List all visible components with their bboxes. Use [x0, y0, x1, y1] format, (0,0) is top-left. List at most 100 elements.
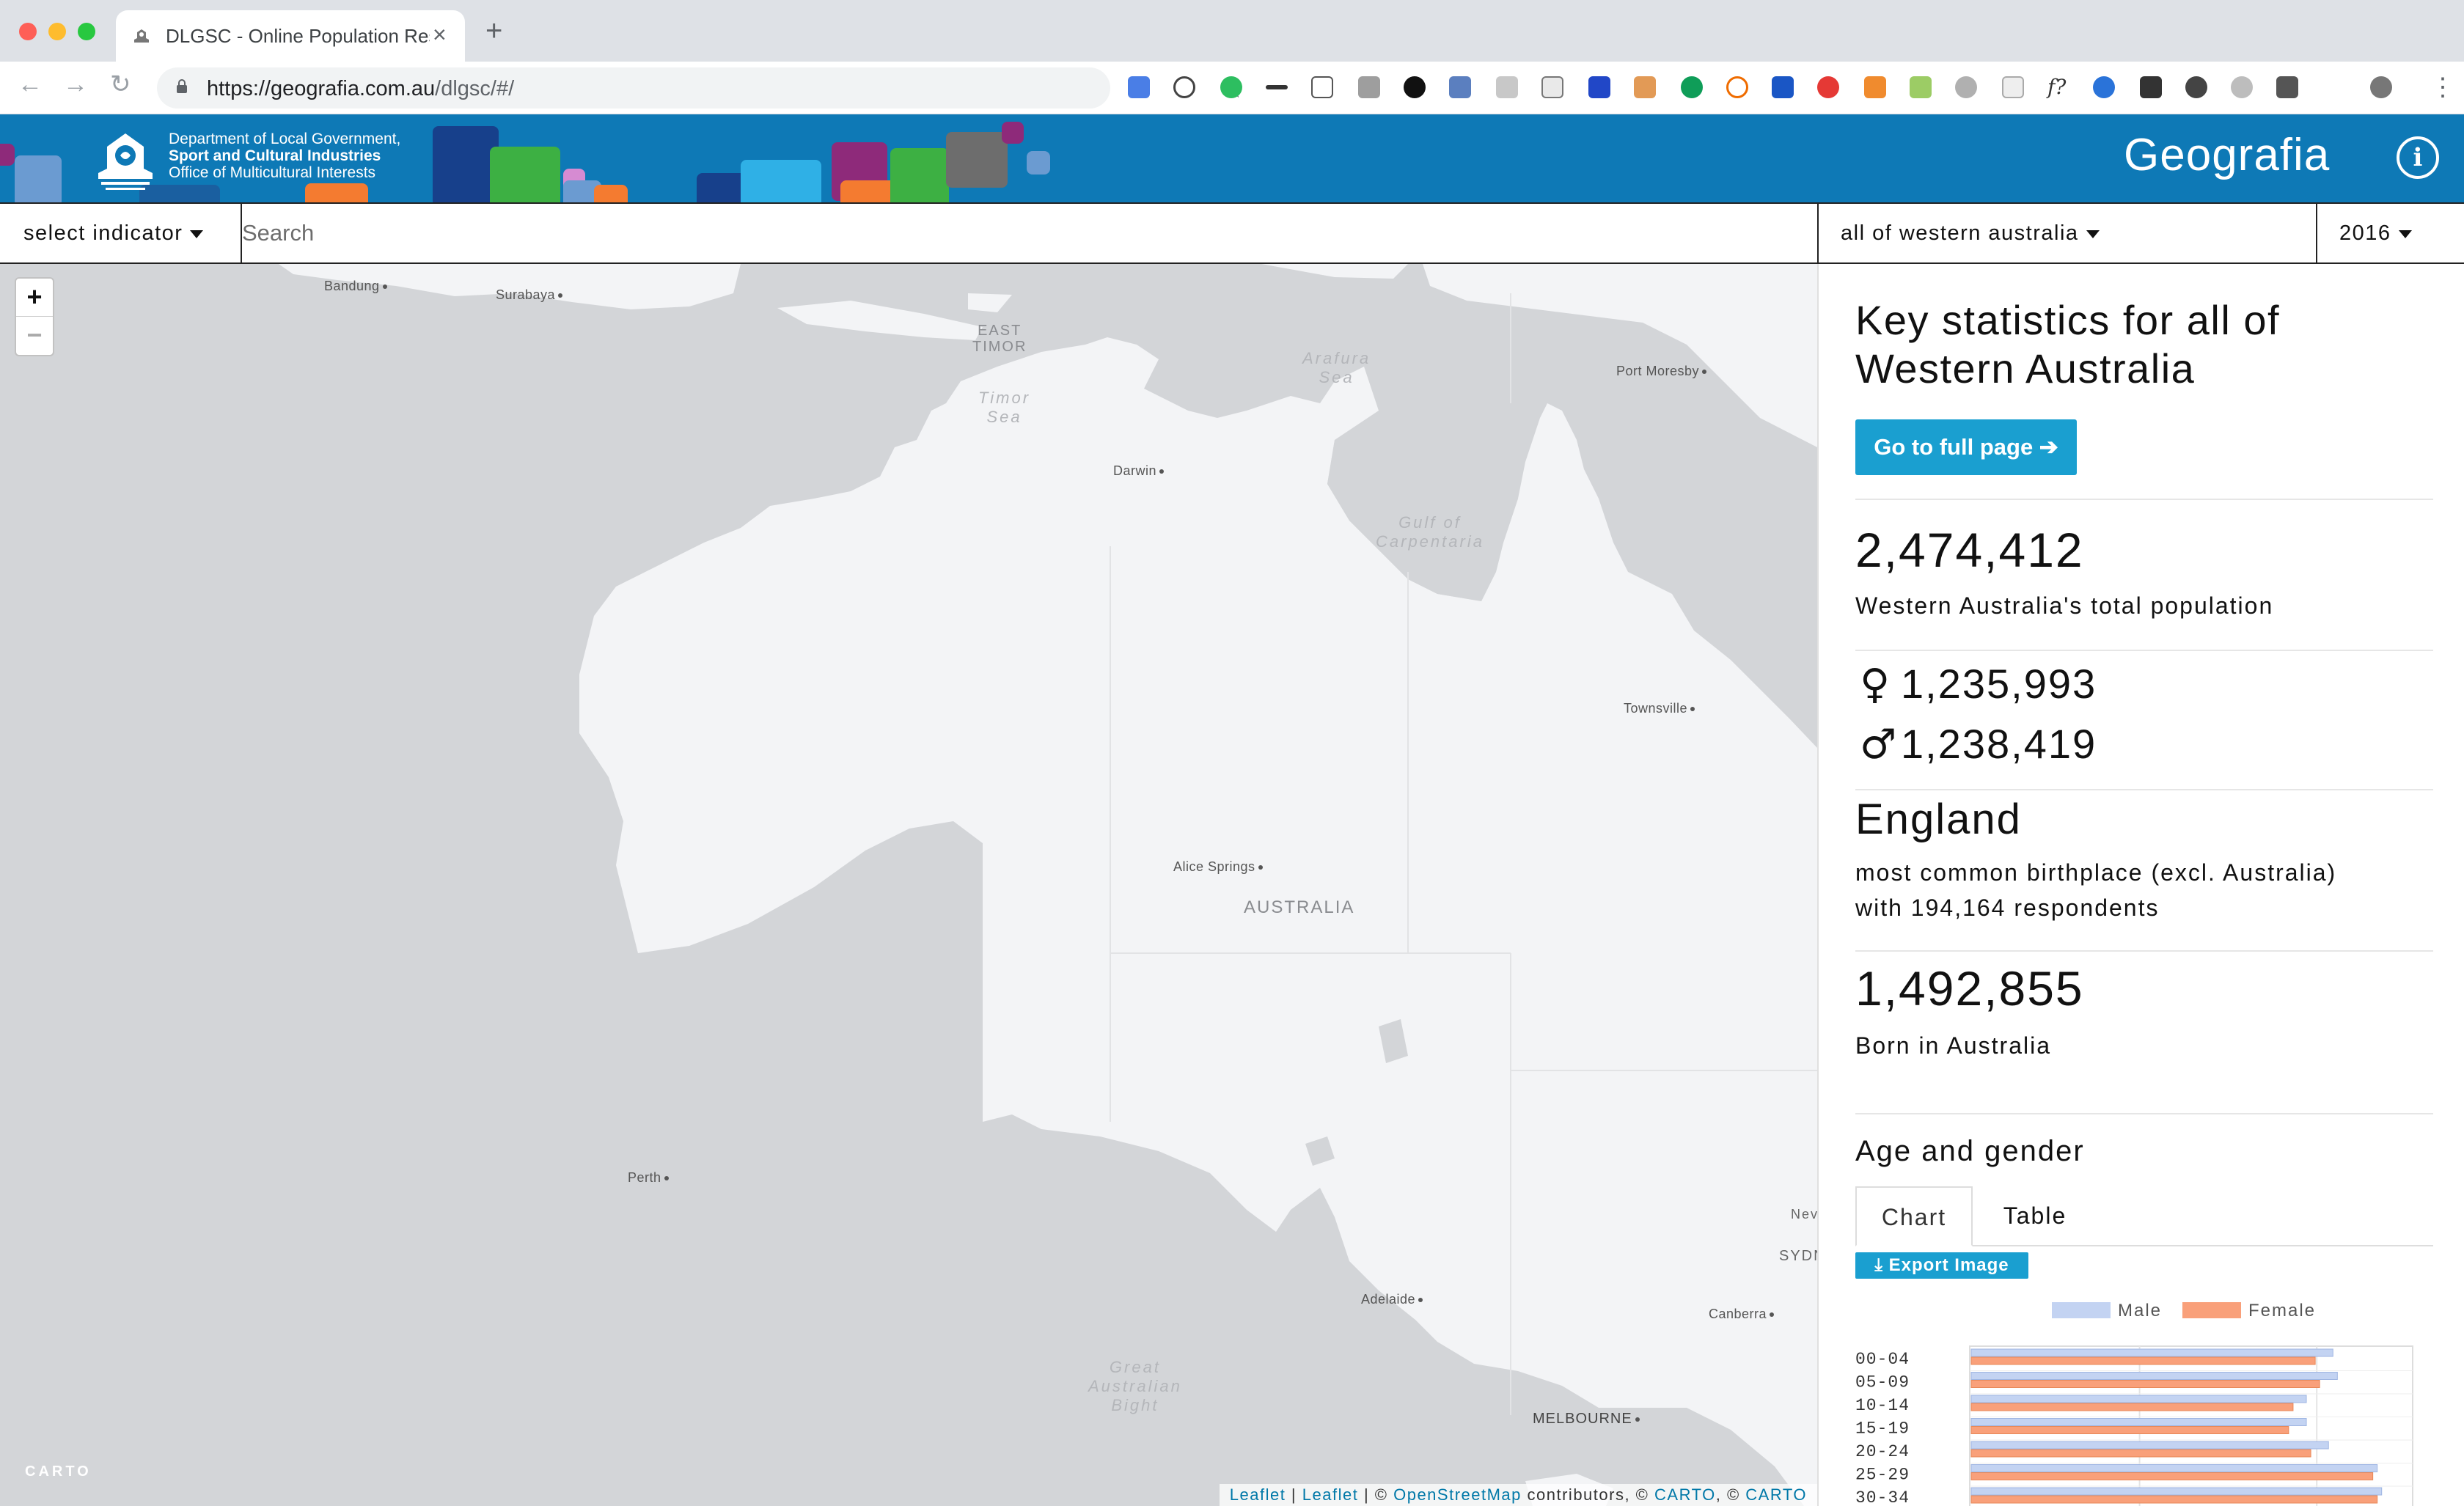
reload-icon[interactable]: ↻ — [110, 72, 131, 97]
cat-extension-icon[interactable] — [2276, 76, 2298, 98]
v-extension-icon[interactable] — [1772, 76, 1794, 98]
decor-square — [490, 147, 560, 202]
address-bar[interactable]: https://geografia.com.au/dlgsc/#/ ☆ — [157, 67, 1244, 109]
tab-title: DLGSC - Online Population Res — [166, 25, 430, 47]
male-count: 1,238,419 — [1901, 721, 2097, 767]
age-group-tick-label: 00-04 — [1855, 1350, 1910, 1369]
map-label-darwin: Darwin — [1113, 463, 1164, 479]
map-label-line: Timor — [978, 389, 1031, 407]
map-label-port-moresby: Port Moresby — [1616, 364, 1706, 379]
hangouts-extension-icon[interactable] — [1681, 76, 1703, 98]
speech-extension-icon[interactable] — [2231, 76, 2253, 98]
zoom-in-button[interactable]: + — [16, 279, 53, 317]
tab-close-icon[interactable]: × — [433, 21, 447, 48]
calendar-extension-icon[interactable] — [1449, 76, 1471, 98]
divider — [1855, 789, 2433, 790]
top-birthplace-value: England — [1855, 796, 2022, 843]
export-image-button[interactable]: ⤓ Export Image — [1855, 1252, 2028, 1279]
cloud-extension-icon[interactable] — [1955, 76, 1977, 98]
minimize-window-button[interactable] — [48, 23, 66, 40]
map-attribution: Leaflet | Leaflet | © OpenStreetMap cont… — [1219, 1484, 1817, 1506]
leaflet-link[interactable]: Leaflet — [1230, 1485, 1286, 1504]
game-extension-icon[interactable] — [1910, 76, 1932, 98]
chat-extension-icon[interactable] — [1496, 76, 1518, 98]
check-extension-icon[interactable] — [1358, 76, 1380, 98]
zoom-control: + − — [15, 277, 54, 356]
born-in-australia-value: 1,492,855 — [1855, 961, 2084, 1015]
circle-extension-icon[interactable] — [1404, 76, 1426, 98]
grid-extension-icon[interactable] — [2002, 76, 2024, 98]
fox-extension-icon[interactable] — [1864, 76, 1886, 98]
b-extension-icon[interactable] — [1726, 76, 1748, 98]
profile-avatar[interactable] — [2370, 76, 2392, 98]
map-label-newcastle: Nev — [1791, 1207, 1817, 1222]
map-label-line: Arafura — [1302, 349, 1371, 367]
red-extension-icon[interactable] — [1817, 76, 1839, 98]
close-window-button[interactable] — [19, 23, 37, 40]
forward-icon[interactable]: → — [63, 72, 88, 97]
evernote-extension-icon[interactable] — [1220, 76, 1242, 98]
age-gender-heading: Age and gender — [1855, 1135, 2085, 1167]
back-icon[interactable]: ← — [18, 72, 43, 97]
birthplace-line-2: with 194,164 respondents — [1855, 895, 2160, 921]
select-indicator-label: select indicator — [23, 221, 183, 245]
se-extension-icon[interactable] — [2140, 76, 2162, 98]
face-extension-icon[interactable] — [1634, 76, 1656, 98]
search-input[interactable] — [242, 211, 1804, 255]
tab-chart[interactable]: Chart — [1855, 1186, 1973, 1246]
go-to-full-page-button[interactable]: Go to full page ➔ — [1855, 419, 2077, 475]
maximize-window-button[interactable] — [78, 23, 95, 40]
male-count-row: ♂1,238,419 — [1860, 720, 2097, 768]
select-indicator-dropdown[interactable]: select indicator — [23, 204, 204, 262]
info-icon[interactable]: i — [2397, 136, 2439, 179]
female-count-row: ♀ 1,235,993 — [1860, 660, 2097, 708]
logo-line: Sport and Cultural Industries — [169, 147, 381, 164]
globe-extension-icon[interactable] — [2185, 76, 2207, 98]
new-tab-icon[interactable]: + — [485, 16, 502, 45]
tab-table[interactable]: Table — [1973, 1186, 2097, 1246]
carto-link[interactable]: CARTO — [1745, 1485, 1807, 1504]
map-label-east-timor: EAST TIMOR — [972, 323, 1027, 355]
url-text: https://geografia.com.au/dlgsc/#/ — [207, 77, 515, 100]
map-label-line: Great — [1109, 1358, 1161, 1376]
male-bar — [1970, 1441, 2329, 1450]
json-extension-icon[interactable] — [1311, 76, 1333, 98]
geografia-brand[interactable]: Geografia — [2124, 129, 2330, 181]
region-label: all of western australia — [1841, 221, 2079, 245]
map-label-line: Sea — [986, 408, 1022, 426]
birthplace-line-1: most common birthplace (excl. Australia) — [1855, 859, 2337, 886]
male-bar — [1970, 1418, 2307, 1426]
function-extension-icon[interactable]: f? — [2047, 76, 2069, 98]
region-dropdown[interactable]: all of western australia — [1841, 204, 2100, 262]
attribution-separator: , © — [1715, 1485, 1746, 1504]
decor-square — [15, 155, 62, 202]
leaflet-link[interactable]: Leaflet — [1302, 1485, 1359, 1504]
note-extension-icon[interactable] — [1541, 76, 1563, 98]
decor-square — [1027, 151, 1050, 175]
menu-kebab-icon[interactable]: ⋮ — [2430, 75, 2455, 100]
map-label-australia: AUSTRALIA — [1244, 897, 1355, 917]
zoom-out-button[interactable]: − — [16, 317, 53, 355]
browser-tab[interactable]: DLGSC - Online Population Res × — [116, 10, 465, 62]
control-bar: select indicator all of western australi… — [0, 202, 2464, 264]
translate-extension-icon[interactable] — [1128, 76, 1150, 98]
department-logo-text: Department of Local Government, Sport an… — [169, 131, 400, 181]
map-view[interactable]: + − Bandung Surabaya EAST TIMOR Timor Se… — [0, 264, 1817, 1506]
openstreetmap-link[interactable]: OpenStreetMap — [1393, 1485, 1522, 1504]
browser-tab-bar: DLGSC - Online Population Res × + — [0, 0, 2464, 62]
compass-extension-icon[interactable] — [2093, 76, 2115, 98]
carto-link[interactable]: CARTO — [1654, 1485, 1716, 1504]
text-extension-icon[interactable] — [1266, 85, 1288, 89]
map-label-line: TIMOR — [972, 339, 1027, 355]
map-label-alice-springs: Alice Springs — [1173, 859, 1263, 875]
bookmark-extension-icon[interactable] — [1588, 76, 1610, 98]
wa-government-crest-icon — [98, 133, 153, 190]
map-label-canberra: Canberra — [1709, 1307, 1774, 1322]
map-label-bandung: Bandung — [324, 279, 387, 294]
age-group-tick-label: 30-34 — [1855, 1488, 1910, 1506]
info-extension-icon[interactable] — [1173, 76, 1195, 98]
year-dropdown[interactable]: 2016 — [2339, 204, 2412, 262]
attribution-separator: | © — [1358, 1485, 1394, 1504]
caret-down-icon — [2398, 229, 2412, 238]
female-bar — [1970, 1356, 2316, 1365]
